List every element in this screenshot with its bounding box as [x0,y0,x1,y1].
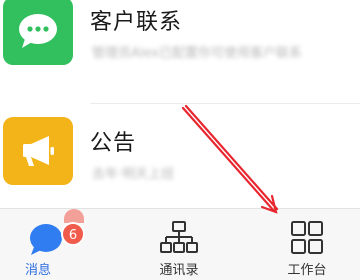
conversation-announcement[interactable]: 公告 去年·明天上班 [0,97,360,197]
tab-messages[interactable]: 6 消息 [0,209,100,280]
conversation-title: 客户联系 [90,10,183,35]
customer-contact-avatar [3,0,73,65]
megaphone-icon [23,136,54,166]
unread-badge: 6 [61,222,85,246]
tab-workbench[interactable]: 工作台 [257,209,357,280]
conversation-list: 客户联系 管理员Alex已配置你可使用客户联系 公告 去年·明天上班 [0,0,360,208]
tab-label-messages: 消息 [24,263,51,278]
message-bubble-icon [30,224,62,255]
tab-label-contacts: 通讯录 [159,263,199,278]
tab-label-workbench: 工作台 [287,263,327,278]
app-screen: 客户联系 管理员Alex已配置你可使用客户联系 公告 去年·明天上班 6 消息 … [0,0,360,280]
conversation-preview: 管理员Alex已配置你可使用客户联系 [92,46,302,61]
conversation-preview: 去年·明天上班 [92,167,175,182]
announcement-avatar [3,117,73,185]
tab-contacts[interactable]: 通讯录 [129,209,229,280]
conversation-title: 公告 [90,131,137,156]
chat-bubble-icon [19,14,57,48]
grid-icon [291,221,323,254]
bottom-tab-bar: 6 消息 通讯录 工作台 [0,208,360,280]
conversation-customer-contact[interactable]: 客户联系 管理员Alex已配置你可使用客户联系 [0,0,360,76]
org-chart-icon [160,221,198,253]
badge-shadow [64,209,84,223]
